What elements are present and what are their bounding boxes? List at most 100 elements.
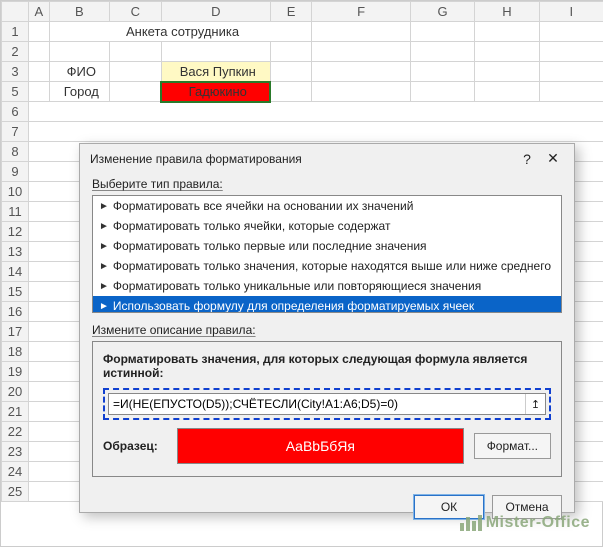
cell[interactable] <box>539 82 603 102</box>
range-selector-button[interactable]: ↥ <box>525 394 545 414</box>
col-header-A[interactable]: A <box>28 2 49 22</box>
row-header[interactable]: 19 <box>2 362 29 382</box>
cell[interactable] <box>312 82 411 102</box>
row-header[interactable]: 25 <box>2 482 29 502</box>
cell[interactable] <box>28 22 49 42</box>
row-header[interactable]: 6 <box>2 102 29 122</box>
row-header[interactable]: 7 <box>2 122 29 142</box>
cancel-button[interactable]: Отмена <box>492 495 562 519</box>
row-header[interactable]: 9 <box>2 162 29 182</box>
bullet-icon: ► <box>99 261 109 272</box>
row-header-5[interactable]: 5 <box>2 82 29 102</box>
dialog-button-row: ОК Отмена <box>80 487 574 529</box>
row-header[interactable]: 8 <box>2 142 29 162</box>
row-header[interactable]: 13 <box>2 242 29 262</box>
rule-type-item[interactable]: ►Форматировать только значения, которые … <box>93 256 561 276</box>
row-header[interactable]: 16 <box>2 302 29 322</box>
col-header-G[interactable]: G <box>410 2 474 22</box>
row-header-3[interactable]: 3 <box>2 62 29 82</box>
formula-input-wrap: ↥ <box>108 393 546 415</box>
col-header-F[interactable]: F <box>312 2 411 22</box>
preview-sample: АаВbБбЯя <box>177 428 464 464</box>
bullet-icon: ► <box>99 201 109 212</box>
cell-d5[interactable]: Гадюкино <box>161 82 270 102</box>
col-header-I[interactable]: I <box>539 2 603 22</box>
cell[interactable] <box>410 62 474 82</box>
col-header-D[interactable]: D <box>161 2 270 22</box>
cell[interactable] <box>410 82 474 102</box>
row-header[interactable]: 20 <box>2 382 29 402</box>
close-button[interactable]: ✕ <box>540 150 566 167</box>
rule-type-text: Форматировать только уникальные или повт… <box>113 279 481 293</box>
bullet-icon: ► <box>99 301 109 312</box>
rule-type-text: Форматировать только первые или последни… <box>113 239 427 253</box>
cell[interactable] <box>475 82 539 102</box>
dialog-titlebar[interactable]: Изменение правила форматирования ? ✕ <box>80 144 574 171</box>
row-header[interactable]: 17 <box>2 322 29 342</box>
col-header-H[interactable]: H <box>475 2 539 22</box>
rule-type-item[interactable]: ►Форматировать только уникальные или пов… <box>93 276 561 296</box>
select-all-corner[interactable] <box>2 2 29 22</box>
cell[interactable] <box>270 82 312 102</box>
cell[interactable] <box>410 42 474 62</box>
cell[interactable] <box>312 62 411 82</box>
rule-type-item[interactable]: ►Форматировать только ячейки, которые со… <box>93 216 561 236</box>
row-header-1[interactable]: 1 <box>2 22 29 42</box>
format-button[interactable]: Формат... <box>474 433 551 459</box>
cell[interactable] <box>475 42 539 62</box>
rule-type-text: Форматировать все ячейки на основании их… <box>113 199 414 213</box>
cell[interactable] <box>109 82 161 102</box>
formula-input[interactable] <box>109 397 525 411</box>
rule-type-text: Использовать формулу для определения фор… <box>113 299 474 313</box>
cell[interactable] <box>109 62 161 82</box>
cell[interactable] <box>410 22 474 42</box>
cell[interactable] <box>270 42 312 62</box>
cell-b5[interactable]: Город <box>49 82 109 102</box>
cell[interactable] <box>270 62 312 82</box>
cell[interactable] <box>49 42 109 62</box>
cell[interactable] <box>539 62 603 82</box>
row-header[interactable]: 21 <box>2 402 29 422</box>
col-header-B[interactable]: B <box>49 2 109 22</box>
rule-description-box: Форматировать значения, для которых след… <box>92 341 562 477</box>
help-button[interactable]: ? <box>514 151 540 167</box>
cell[interactable] <box>109 42 161 62</box>
cell[interactable] <box>539 22 603 42</box>
cell[interactable] <box>475 62 539 82</box>
ok-button[interactable]: ОК <box>414 495 484 519</box>
rule-type-item[interactable]: ► Форматировать все ячейки на основании и… <box>93 196 561 216</box>
rule-type-item-selected[interactable]: ► Использовать формулу для определения фо… <box>93 296 561 313</box>
cell-d3[interactable]: Вася Пупкин <box>161 62 270 82</box>
cell[interactable] <box>28 82 49 102</box>
formula-condition-label: Форматировать значения, для которых след… <box>103 352 551 380</box>
cell[interactable] <box>28 42 49 62</box>
col-header-E[interactable]: E <box>270 2 312 22</box>
row-header-2[interactable]: 2 <box>2 42 29 62</box>
cell[interactable] <box>539 42 603 62</box>
row-header[interactable]: 11 <box>2 202 29 222</box>
bullet-icon: ► <box>99 241 109 252</box>
rule-type-item[interactable]: ► Форматировать только первые или последн… <box>93 236 561 256</box>
cell[interactable] <box>28 62 49 82</box>
formula-highlight-frame: ↥ <box>103 388 551 420</box>
row-header[interactable]: 15 <box>2 282 29 302</box>
row-header[interactable]: 12 <box>2 222 29 242</box>
title-cell[interactable]: Анкета сотрудника <box>49 22 312 42</box>
row-header[interactable]: 18 <box>2 342 29 362</box>
col-header-C[interactable]: C <box>109 2 161 22</box>
row-header[interactable]: 14 <box>2 262 29 282</box>
row-header[interactable]: 23 <box>2 442 29 462</box>
cell[interactable] <box>312 22 411 42</box>
rule-description-label: Измените описание правила: <box>92 323 562 337</box>
cell[interactable] <box>28 122 603 142</box>
cell[interactable] <box>28 102 603 122</box>
row-header[interactable]: 22 <box>2 422 29 442</box>
cell[interactable] <box>312 42 411 62</box>
cell[interactable] <box>475 22 539 42</box>
dialog-title: Изменение правила форматирования <box>90 152 514 166</box>
row-header[interactable]: 10 <box>2 182 29 202</box>
cell[interactable] <box>161 42 270 62</box>
row-header[interactable]: 24 <box>2 462 29 482</box>
rule-type-list[interactable]: ► Форматировать все ячейки на основании и… <box>92 195 562 313</box>
cell-b3[interactable]: ФИО <box>49 62 109 82</box>
